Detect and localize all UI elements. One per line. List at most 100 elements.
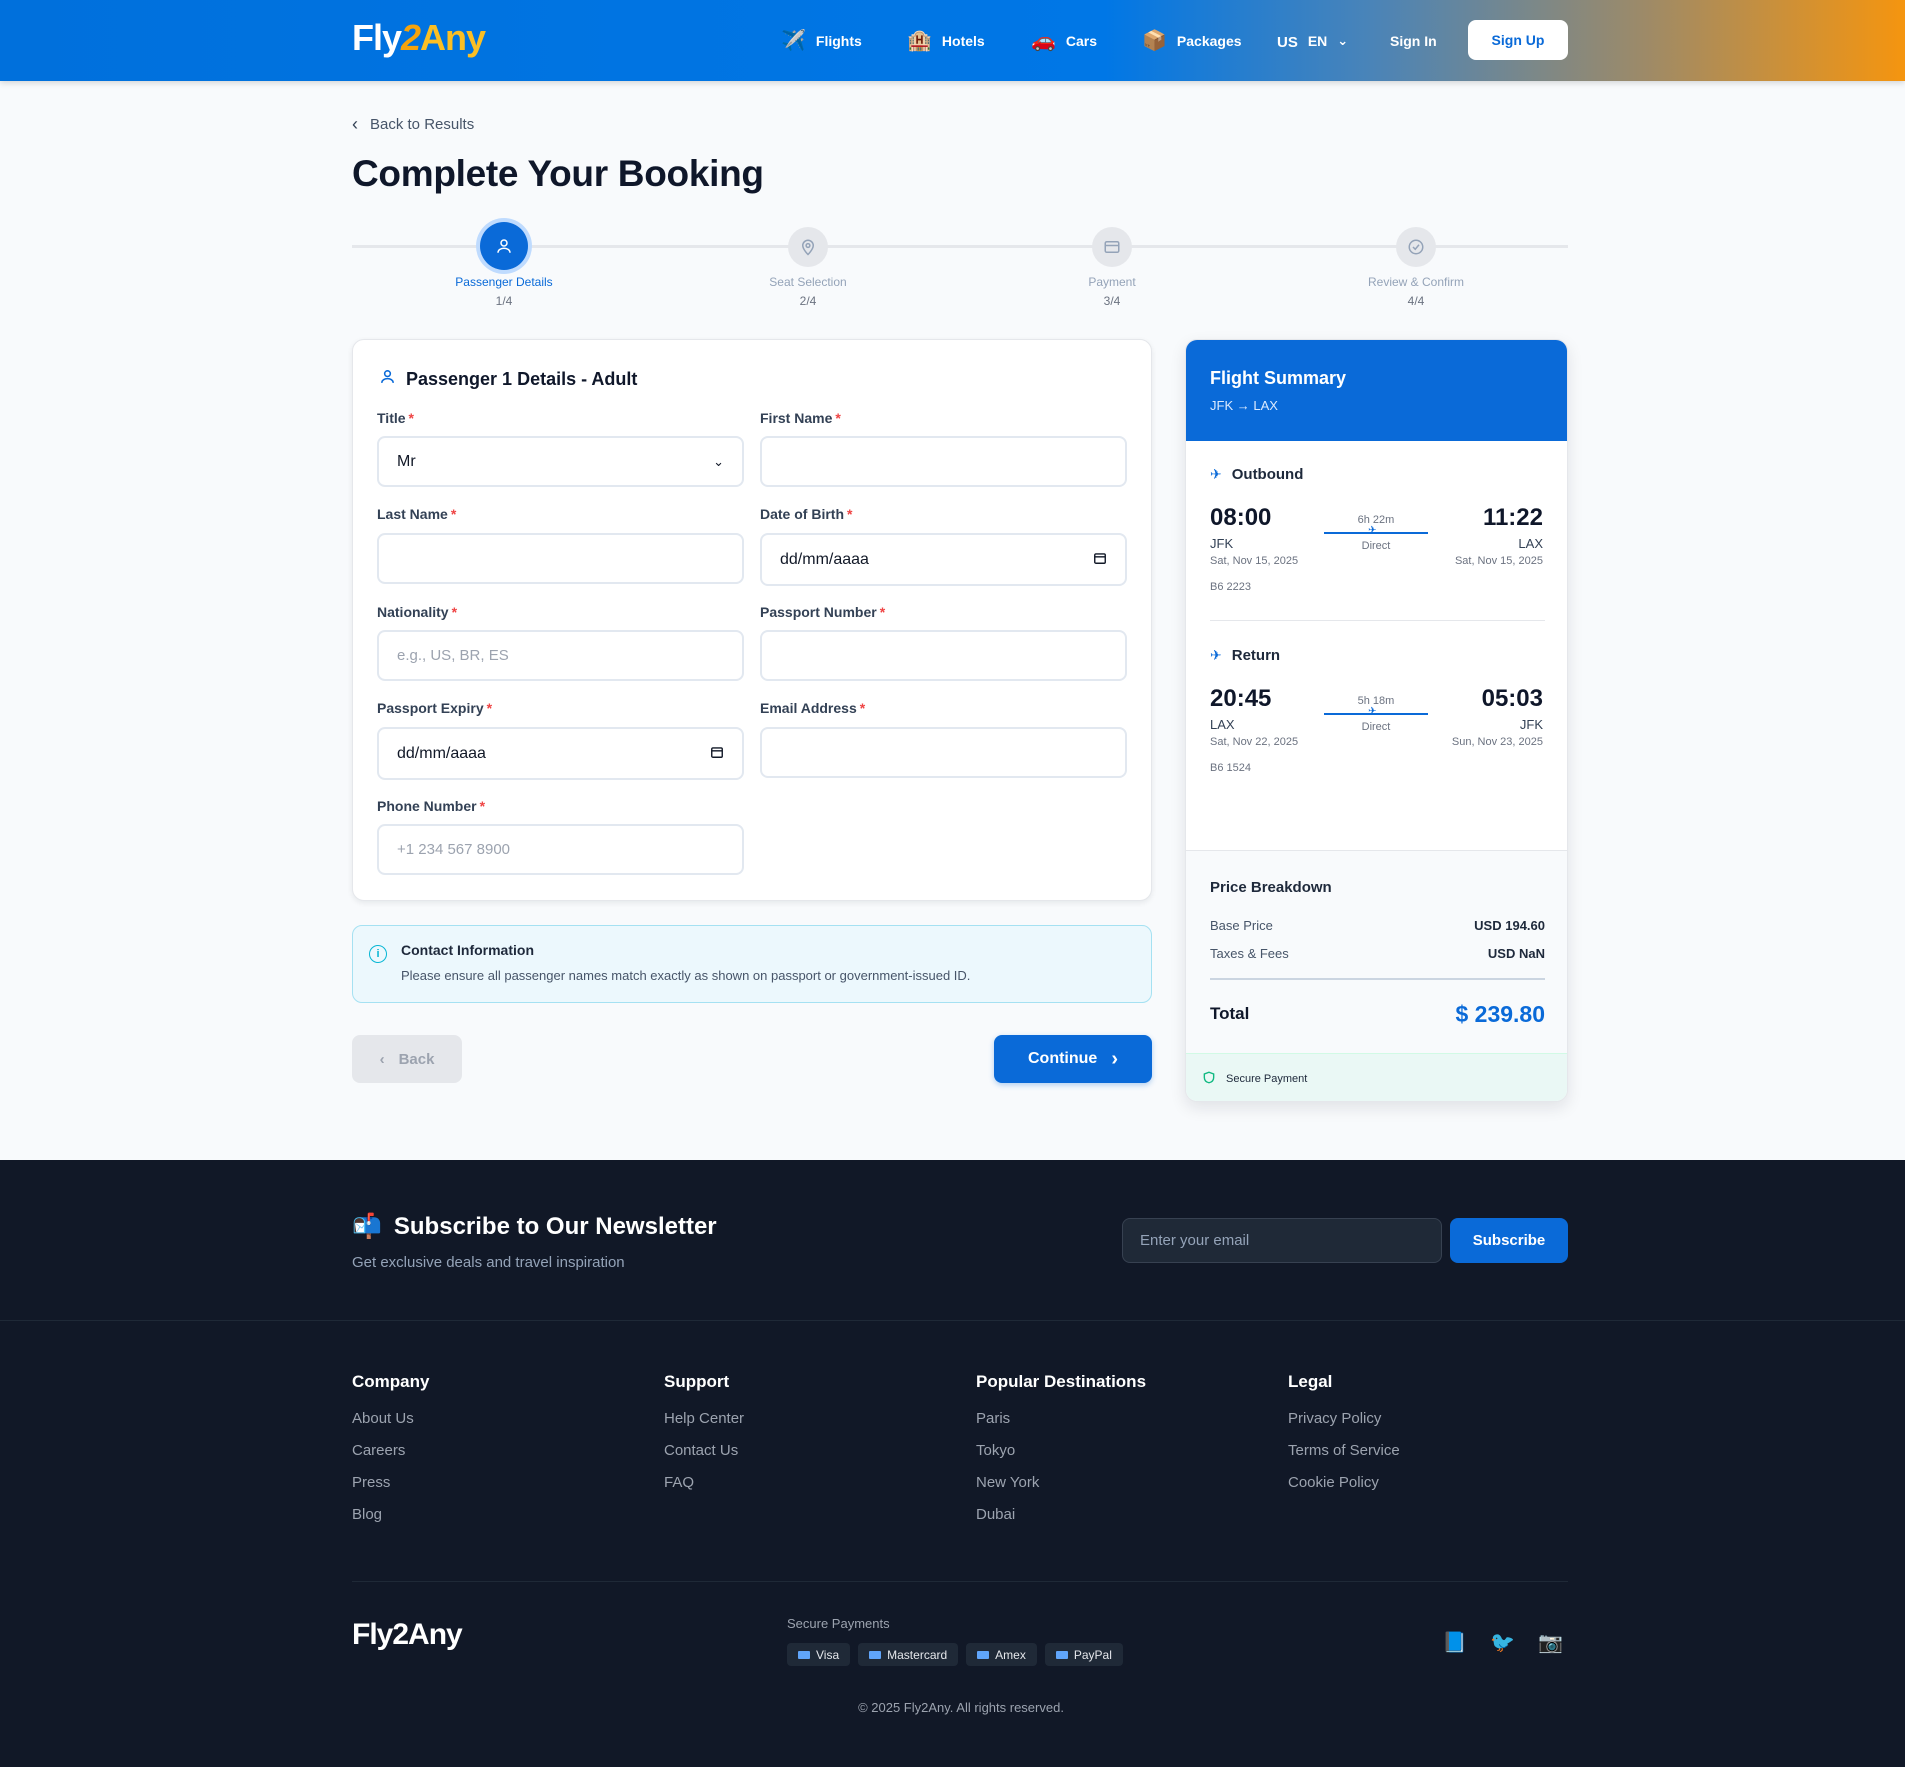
info-icon: i <box>369 945 387 963</box>
footer-link[interactable]: Careers <box>352 1441 429 1473</box>
departure-date: Sat, Nov 15, 2025 <box>1210 555 1299 567</box>
arrival-code: LAX <box>1518 536 1543 551</box>
check-circle-icon <box>1396 227 1436 267</box>
stops-label: Direct <box>1361 540 1391 552</box>
footer-link[interactable]: Press <box>352 1473 429 1505</box>
payment-methods: Visa Mastercard Amex PayPal <box>787 1643 1123 1666</box>
step-review-confirm[interactable]: Review & Confirm 4/4 <box>1316 222 1516 308</box>
payment-badge-paypal: PayPal <box>1044 1643 1123 1666</box>
divider <box>352 1581 1568 1582</box>
hotel-icon: 🏨 <box>907 30 932 52</box>
passport-number-label: Passport Number * <box>760 604 886 620</box>
user-icon <box>480 222 528 270</box>
back-button[interactable]: ‹ Back <box>352 1035 462 1083</box>
flag-icon: US <box>1277 34 1298 51</box>
newsletter-email-input[interactable]: Enter your email <box>1122 1218 1442 1263</box>
flight-summary-card: Flight Summary JFK → LAX ✈ Outbound 08:0… <box>1185 339 1568 1102</box>
price-breakdown: Price Breakdown Base Price USD 194.60 Ta… <box>1186 850 1567 1053</box>
contact-info-note: i Contact Information Please ensure all … <box>352 925 1152 1003</box>
step-seat-selection[interactable]: Seat Selection 2/4 <box>708 222 908 308</box>
sign-in-link[interactable]: Sign In <box>1390 0 1437 81</box>
chevron-left-icon: ‹ <box>352 114 358 134</box>
payment-badge-mastercard: Mastercard <box>858 1643 959 1666</box>
chevron-down-icon: ⌄ <box>713 453 724 469</box>
back-to-results-link[interactable]: ‹ Back to Results <box>352 114 474 135</box>
departure-date: Sat, Nov 22, 2025 <box>1210 736 1299 748</box>
email-field[interactable] <box>760 727 1127 778</box>
title-select[interactable]: Mr ⌄ <box>377 436 744 487</box>
arrival-time: 11:22 <box>1482 504 1543 531</box>
flight-number: B6 1524 <box>1210 762 1251 774</box>
top-navbar: Fly2Any ✈️ Flights 🏨 Hotels 🚗 Cars 📦 Pac… <box>0 0 1905 81</box>
payment-badge-visa: Visa <box>787 1643 851 1666</box>
airplane-icon: ✈ <box>1368 706 1377 717</box>
stops-label: Direct <box>1361 721 1391 733</box>
footer-link[interactable]: Dubai <box>976 1505 1146 1537</box>
last-name-input[interactable] <box>377 533 744 584</box>
nav-cars[interactable]: 🚗 Cars <box>1031 0 1097 81</box>
user-icon <box>379 368 396 390</box>
footer-link[interactable]: FAQ <box>664 1473 744 1505</box>
first-name-input[interactable] <box>760 436 1127 487</box>
nationality-label: Nationality * <box>377 604 458 620</box>
footer-link[interactable]: Blog <box>352 1505 429 1537</box>
footer-link[interactable]: Cookie Policy <box>1288 1473 1400 1505</box>
nav-hotels[interactable]: 🏨 Hotels <box>907 0 985 81</box>
step-passenger-details[interactable]: Passenger Details 1/4 <box>404 222 604 308</box>
form-title: Passenger 1 Details - Adult <box>379 368 637 390</box>
footer-link[interactable]: About Us <box>352 1409 429 1441</box>
total-price: $ 239.80 <box>1455 1001 1545 1027</box>
twitter-icon[interactable]: 🐦 <box>1490 1630 1515 1655</box>
footer-link[interactable]: Privacy Policy <box>1288 1409 1400 1441</box>
credit-card-icon <box>869 1650 882 1659</box>
footer-link[interactable]: New York <box>976 1473 1146 1505</box>
arrival-code: JFK <box>1519 717 1543 732</box>
flight-number: B6 2223 <box>1210 581 1251 593</box>
subscribe-button[interactable]: Subscribe <box>1450 1218 1568 1263</box>
facebook-icon[interactable]: 📘 <box>1442 1630 1467 1655</box>
footer-link[interactable]: Paris <box>976 1409 1146 1441</box>
passport-number-input[interactable] <box>760 630 1127 681</box>
calendar-icon[interactable] <box>710 745 724 763</box>
chevron-down-icon: ⌄ <box>1337 32 1349 48</box>
footer-col-destinations: Popular Destinations Paris Tokyo New Yor… <box>976 1372 1146 1537</box>
newsletter-subtitle: Get exclusive deals and travel inspirati… <box>352 1254 625 1271</box>
continue-button[interactable]: Continue › <box>994 1035 1152 1083</box>
date-of-birth-input[interactable]: dd/mm/aaaa <box>760 533 1127 586</box>
instagram-icon[interactable]: 📷 <box>1538 1630 1563 1655</box>
sign-up-button[interactable]: Sign Up <box>1468 20 1568 60</box>
passenger-form-card: Passenger 1 Details - Adult Title * Mr ⌄ … <box>352 339 1152 901</box>
page-title: Complete Your Booking <box>352 153 764 194</box>
language-selector[interactable]: US EN ⌄ <box>1277 0 1348 81</box>
step-payment[interactable]: Payment 3/4 <box>1012 222 1212 308</box>
first-name-label: First Name * <box>760 410 841 426</box>
shield-icon <box>1202 1070 1216 1088</box>
credit-card-icon <box>1092 227 1132 267</box>
taxes-row: Taxes & Fees USD NaN <box>1210 946 1545 961</box>
footer-link[interactable]: Contact Us <box>664 1441 744 1473</box>
footer-col-legal: Legal Privacy Policy Terms of Service Co… <box>1288 1372 1400 1505</box>
return-title: ✈ Return <box>1210 647 1281 664</box>
footer-link[interactable]: Help Center <box>664 1409 744 1441</box>
footer-logo[interactable]: Fly2Any <box>352 1618 463 1652</box>
nav-flights[interactable]: ✈️ Flights <box>781 0 862 81</box>
brand-logo[interactable]: Fly2Any <box>352 17 486 59</box>
nationality-input[interactable]: e.g., US, BR, ES <box>377 630 744 681</box>
arrival-date: Sat, Nov 15, 2025 <box>1454 555 1543 567</box>
arrival-date: Sun, Nov 23, 2025 <box>1451 736 1543 748</box>
title-label: Title * <box>377 410 414 426</box>
email-label: Email Address * <box>760 700 866 716</box>
nav-packages[interactable]: 📦 Packages <box>1142 0 1242 81</box>
departure-time: 08:00 <box>1210 504 1272 531</box>
departure-code: JFK <box>1210 536 1234 551</box>
passport-expiry-input[interactable]: dd/mm/aaaa <box>377 727 744 780</box>
base-price-row: Base Price USD 194.60 <box>1210 918 1545 933</box>
footer-link[interactable]: Terms of Service <box>1288 1441 1400 1473</box>
package-icon: 📦 <box>1142 30 1167 52</box>
calendar-icon[interactable] <box>1093 551 1107 569</box>
secure-payments-label: Secure Payments <box>787 1616 890 1631</box>
footer-link[interactable]: Tokyo <box>976 1441 1146 1473</box>
date-of-birth-label: Date of Birth * <box>760 506 853 522</box>
phone-input[interactable]: +1 234 567 8900 <box>377 824 744 875</box>
payment-badge-amex: Amex <box>966 1643 1037 1666</box>
